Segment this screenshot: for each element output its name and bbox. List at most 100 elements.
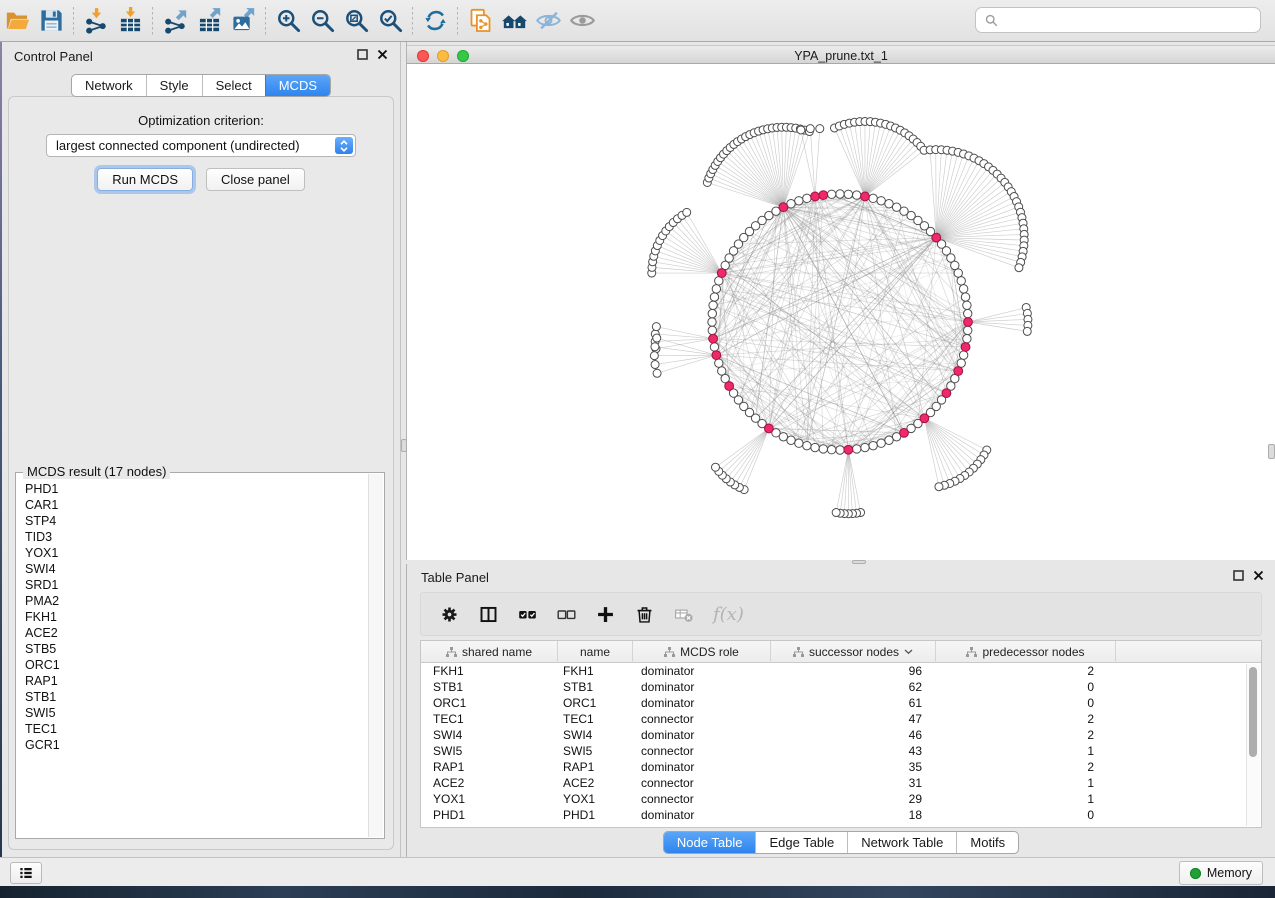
import-table-icon[interactable] [113, 5, 147, 37]
network-node[interactable] [683, 208, 691, 216]
float-panel-icon[interactable] [1233, 570, 1244, 581]
cell[interactable]: 35 [771, 759, 936, 775]
mcds-result-list[interactable]: PHD1CAR1STP4TID3YOX1SWI4SRD1PMA2FKH1ACE2… [16, 477, 368, 836]
mcds-hub-node[interactable] [717, 269, 726, 278]
mcds-result-item[interactable]: STP4 [25, 513, 368, 529]
network-node[interactable] [806, 125, 814, 133]
mcds-hub-node[interactable] [725, 382, 734, 391]
column-header-successor-nodes[interactable]: successor nodes [771, 641, 936, 663]
cell[interactable]: dominator [633, 727, 771, 743]
optimization-select[interactable]: largest connected component (undirected) [46, 134, 356, 157]
network-node[interactable] [963, 301, 971, 309]
zoom-selected-icon[interactable] [373, 5, 407, 37]
search-field[interactable] [975, 7, 1261, 33]
cell[interactable]: 2 [936, 663, 1116, 679]
cell[interactable]: STB1 [558, 679, 633, 695]
cell[interactable]: connector [633, 775, 771, 791]
table-row[interactable]: PHD1PHD1dominator180 [421, 807, 1261, 823]
cell[interactable]: STB1 [421, 679, 558, 695]
mcds-result-item[interactable]: SWI4 [25, 561, 368, 577]
cell[interactable]: RAP1 [421, 759, 558, 775]
mcds-hub-node[interactable] [861, 192, 870, 201]
tab-style[interactable]: Style [146, 75, 202, 96]
network-node[interactable] [853, 191, 861, 199]
table-row[interactable]: YOX1YOX1connector291 [421, 791, 1261, 807]
cell[interactable]: dominator [633, 759, 771, 775]
cell[interactable]: ACE2 [421, 775, 558, 791]
network-node[interactable] [964, 326, 972, 334]
table-body[interactable]: FKH1FKH1dominator962STB1STB1dominator620… [421, 663, 1261, 823]
results-splitter-knob[interactable] [1268, 444, 1275, 459]
float-panel-icon[interactable] [357, 49, 368, 60]
duplicate-network-icon[interactable] [463, 5, 497, 37]
tab-network[interactable]: Network [72, 75, 146, 96]
mcds-result-item[interactable]: SRD1 [25, 577, 368, 593]
cell[interactable]: 61 [771, 695, 936, 711]
search-input[interactable] [1004, 9, 1260, 31]
network-node[interactable] [861, 443, 869, 451]
mcds-hub-node[interactable] [712, 351, 721, 360]
cell[interactable]: 62 [771, 679, 936, 695]
cell[interactable]: FKH1 [421, 663, 558, 679]
network-node[interactable] [961, 293, 969, 301]
cell[interactable]: PHD1 [421, 807, 558, 823]
network-node[interactable] [836, 446, 844, 454]
network-node[interactable] [877, 439, 885, 447]
network-node[interactable] [819, 445, 827, 453]
mcds-hub-node[interactable] [819, 191, 828, 200]
new-column-icon[interactable] [594, 603, 616, 625]
table-row[interactable]: ACE2ACE2connector311 [421, 775, 1261, 791]
table-row[interactable]: RAP1RAP1dominator352 [421, 759, 1261, 775]
mcds-result-item[interactable]: TEC1 [25, 721, 368, 737]
cell[interactable]: 0 [936, 679, 1116, 695]
save-session-icon[interactable] [34, 5, 68, 37]
mcds-result-item[interactable]: ORC1 [25, 657, 368, 673]
network-node[interactable] [718, 367, 726, 375]
mcds-result-item[interactable]: RAP1 [25, 673, 368, 689]
network-node[interactable] [1023, 327, 1031, 335]
mcds-hub-node[interactable] [932, 233, 941, 242]
show-columns-icon[interactable] [477, 603, 499, 625]
network-node[interactable] [708, 326, 716, 334]
cell[interactable]: connector [633, 791, 771, 807]
cell[interactable]: YOX1 [558, 791, 633, 807]
network-node[interactable] [816, 125, 824, 133]
network-node[interactable] [959, 285, 967, 293]
cell[interactable]: connector [633, 743, 771, 759]
network-node[interactable] [651, 343, 659, 351]
function-builder-icon[interactable]: f(x) [711, 604, 744, 625]
mcds-result-item[interactable]: CAR1 [25, 497, 368, 513]
network-node[interactable] [869, 441, 877, 449]
export-network-icon[interactable] [158, 5, 192, 37]
cell[interactable]: dominator [633, 663, 771, 679]
tab-network-table[interactable]: Network Table [847, 832, 956, 853]
mcds-hub-node[interactable] [709, 334, 718, 343]
cell[interactable]: ACE2 [558, 775, 633, 791]
zoom-in-icon[interactable] [271, 5, 305, 37]
mcds-hub-node[interactable] [964, 318, 973, 327]
cell[interactable]: PHD1 [558, 807, 633, 823]
deselect-all-icon[interactable] [555, 603, 577, 625]
tab-motifs[interactable]: Motifs [956, 832, 1018, 853]
network-node[interactable] [853, 445, 861, 453]
open-file-icon[interactable] [0, 5, 34, 37]
export-table-icon[interactable] [192, 5, 226, 37]
network-node[interactable] [885, 200, 893, 208]
network-node[interactable] [708, 309, 716, 317]
network-node[interactable] [715, 359, 723, 367]
cell[interactable]: dominator [633, 695, 771, 711]
cell[interactable]: TEC1 [421, 711, 558, 727]
cell[interactable]: 43 [771, 743, 936, 759]
export-image-icon[interactable] [226, 5, 260, 37]
network-node[interactable] [797, 126, 805, 134]
refresh-layout-icon[interactable] [418, 5, 452, 37]
show-all-icon[interactable] [565, 5, 599, 37]
mcds-hub-node[interactable] [954, 367, 963, 376]
mcds-result-item[interactable]: GCR1 [25, 737, 368, 753]
mcds-result-item[interactable]: SWI5 [25, 705, 368, 721]
mcds-hub-node[interactable] [811, 192, 820, 201]
table-mode-gear-icon[interactable] [438, 603, 460, 625]
memory-button[interactable]: Memory [1179, 861, 1263, 885]
network-node[interactable] [787, 436, 795, 444]
mcds-hub-node[interactable] [942, 389, 951, 398]
